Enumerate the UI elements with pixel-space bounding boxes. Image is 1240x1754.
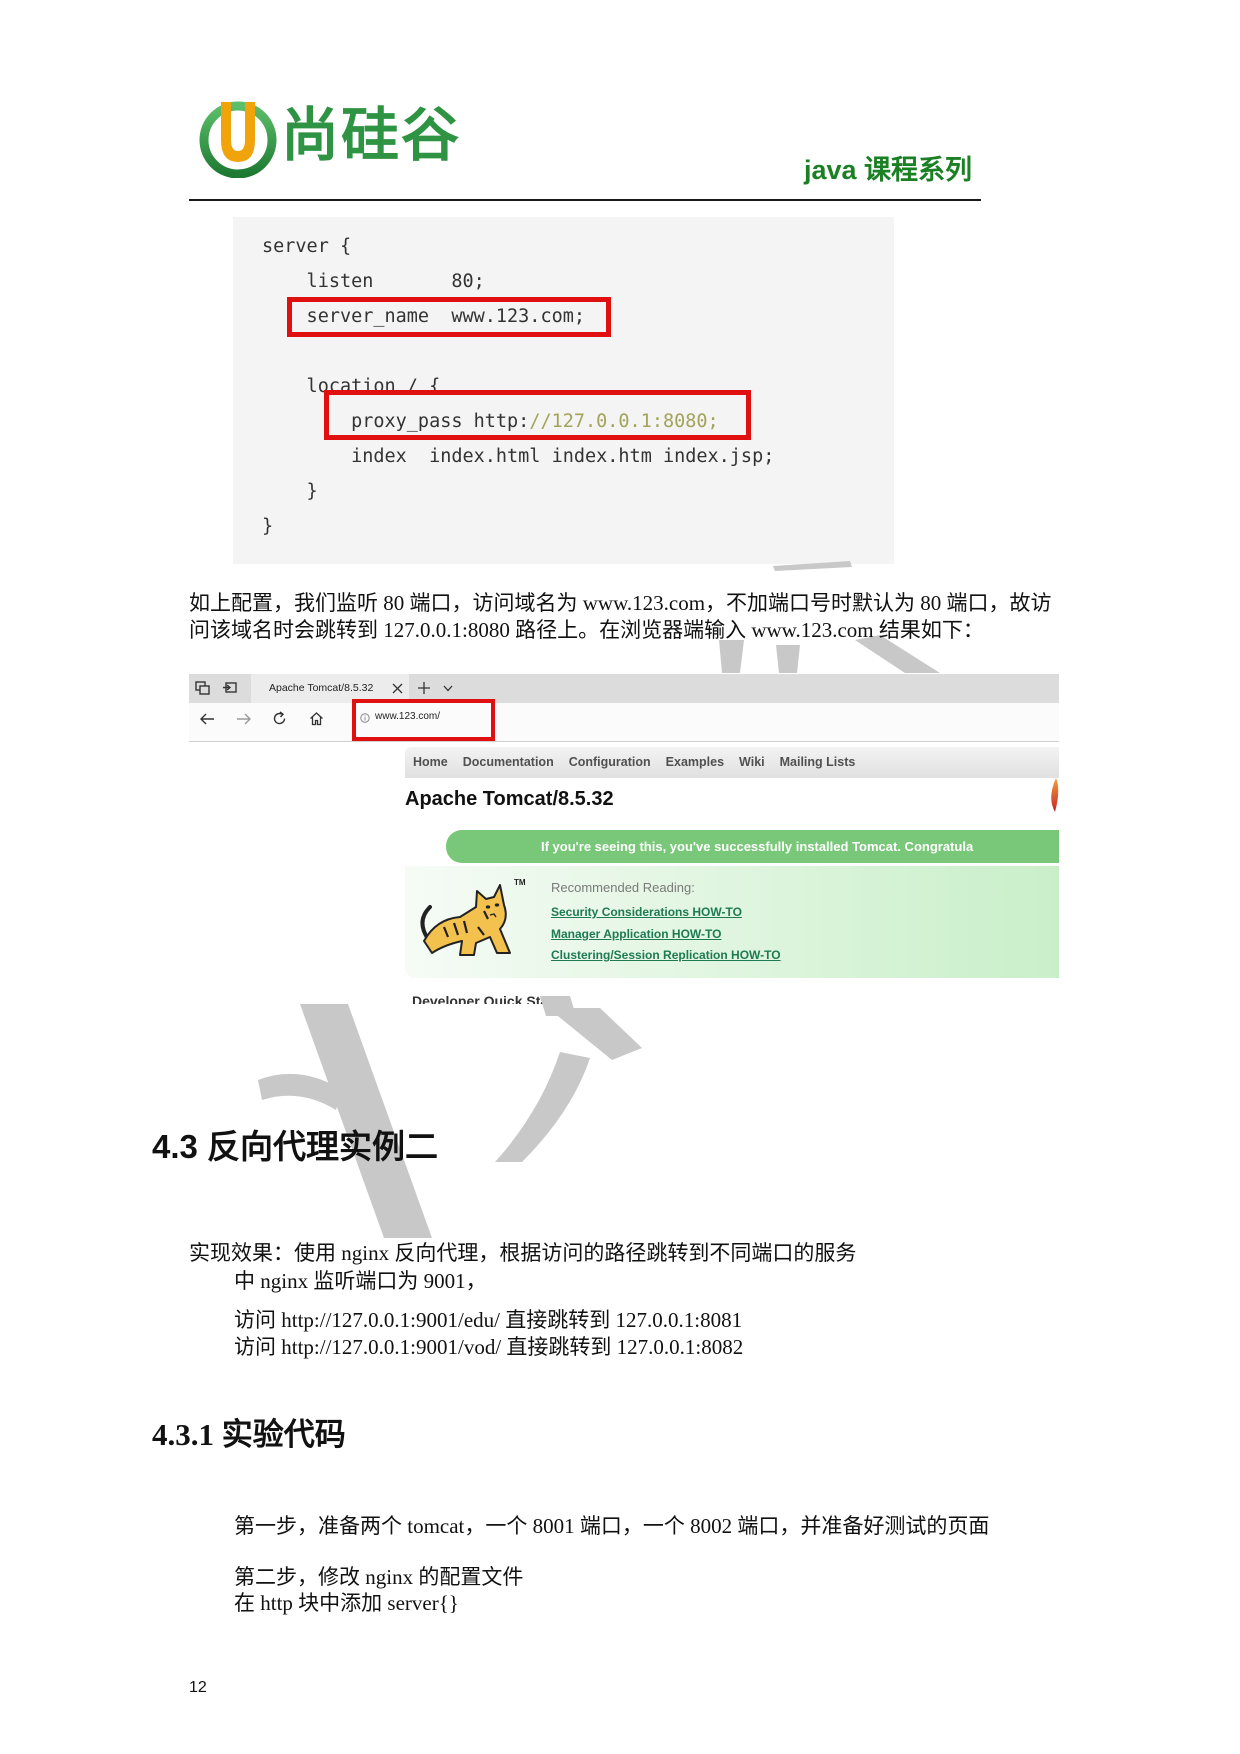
link-clustering-session-replication: Clustering/Session Replication HOW-TO — [551, 948, 781, 962]
watermark-stroke — [258, 1073, 342, 1110]
highlight-box-address — [352, 699, 495, 741]
nav-item-examples: Examples — [665, 755, 725, 769]
highlight-box-proxy-pass — [324, 390, 751, 440]
course-series-label: java 课程系列 — [804, 155, 973, 185]
refresh-icon — [273, 711, 286, 725]
route-description: 访问 http://127.0.0.1:9001/edu/ 直接跳转到 127.… — [234, 1308, 743, 1332]
route-description: 访问 http://127.0.0.1:9001/vod/ 直接跳转到 127.… — [234, 1335, 744, 1359]
tomcat-cat-logo — [420, 884, 511, 956]
code-line: } — [262, 481, 318, 502]
highlight-box-server-name — [287, 297, 611, 337]
step-two-detail: 在 http 块中添加 server{} — [234, 1591, 459, 1615]
code-line-index: index index.html index.htm index.jsp; — [262, 446, 775, 467]
tomcat-page-heading: Apache Tomcat/8.5.32 — [405, 788, 614, 810]
step-two: 第二步，修改 nginx 的配置文件 — [234, 1565, 524, 1589]
watermark-stroke — [300, 1004, 432, 1238]
link-security-considerations: Security Considerations HOW-TO — [551, 905, 742, 919]
brand-logo-text: 尚硅谷 — [281, 101, 462, 169]
link-manager-application: Manager Application HOW-TO — [551, 927, 722, 941]
nav-item-configuration: Configuration — [568, 755, 651, 769]
effect-description: 实现效果：使用 nginx 反向代理，根据访问的路径跳转到不同端口的服务 — [189, 1241, 857, 1265]
watermark-stroke — [776, 645, 800, 673]
code-line: server { — [262, 236, 352, 257]
tomcat-success-banner: If you're seeing this, you've successful… — [446, 830, 1059, 863]
apache-feather-icon — [1051, 778, 1059, 812]
page-number: 12 — [189, 1679, 207, 1696]
chevron-down-icon — [443, 685, 453, 692]
close-icon — [392, 683, 403, 694]
tomcat-nav-menu: Home Documentation Configuration Example… — [405, 747, 1059, 778]
plus-icon — [418, 682, 430, 694]
intro-paragraph-line: 如上配置，我们监听 80 端口，访问域名为 www.123.com，不加端口号时… — [189, 591, 1052, 615]
code-line: listen 80; — [262, 271, 485, 292]
back-arrow-icon — [200, 713, 214, 725]
listen-port-description: 中 nginx 监听端口为 9001， — [234, 1269, 487, 1293]
developer-quick-start-heading: Developer Quick Start — [412, 993, 559, 1004]
trademark-mark: TM — [514, 878, 526, 887]
code-line: } — [262, 516, 274, 537]
document-page: 尚硅谷 java 课程系列 server { listen 80; server… — [0, 0, 1240, 1754]
step-one: 第一步，准备两个 tomcat，一个 8001 端口，一个 8002 端口，并准… — [234, 1514, 990, 1538]
recommended-reading-heading: Recommended Reading: — [551, 880, 695, 895]
section-heading-4-3-1: 4.3.1 实验代码 — [152, 1417, 346, 1452]
watermark-stroke — [495, 1052, 590, 1162]
brand-logo-icon — [199, 101, 277, 178]
nav-item-home: Home — [413, 755, 448, 769]
watermark-stroke — [548, 1008, 642, 1060]
nav-item-wiki: Wiki — [739, 755, 765, 769]
browser-screenshot: Apache Tomcat/8.5.32 www.123.com/ Home D… — [189, 674, 1059, 1004]
home-icon — [310, 712, 323, 726]
forward-arrow-icon — [237, 713, 251, 725]
section-heading-4-3: 4.3 反向代理实例二 — [152, 1128, 439, 1165]
nav-item-mailing-lists: Mailing Lists — [779, 755, 856, 769]
tab-manager-icon — [195, 681, 210, 695]
nav-item-documentation: Documentation — [462, 755, 554, 769]
set-aside-tabs-icon — [223, 682, 237, 693]
watermark-stroke — [719, 640, 744, 673]
header-divider — [189, 199, 981, 201]
intro-paragraph-line: 问该域名时会跳转到 127.0.0.1:8080 路径上。在浏览器端输入 www… — [189, 618, 984, 642]
